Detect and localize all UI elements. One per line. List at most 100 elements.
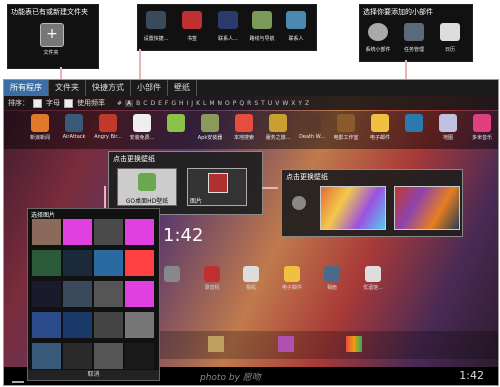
media-icon[interactable]	[218, 11, 238, 29]
picker-thumbnail[interactable]	[32, 250, 61, 276]
home-icon[interactable]	[243, 266, 259, 282]
bookmark-icon[interactable]	[182, 11, 202, 29]
app-item[interactable]: 安装免费...	[128, 114, 156, 141]
tab-shortcuts[interactable]: 快捷方式	[86, 80, 131, 96]
picker-thumbnail[interactable]	[94, 219, 123, 245]
settings-shortcut-icon[interactable]	[146, 11, 166, 29]
app-item[interactable]: 新浪新闻	[26, 114, 54, 141]
home-icon[interactable]	[365, 266, 381, 282]
letter-4[interactable]: D	[150, 100, 155, 107]
letter-15[interactable]: O	[225, 100, 230, 107]
sort-frequency-checkbox[interactable]	[64, 98, 73, 108]
app-item[interactable]: Death W...	[298, 114, 326, 140]
picker-thumbnail[interactable]	[63, 219, 92, 245]
app-item[interactable]: Apk安装器	[196, 114, 224, 141]
picker-thumbnail[interactable]	[125, 343, 154, 369]
folder-icon[interactable]: +	[40, 23, 64, 47]
picker-cancel-button[interactable]: 取消	[28, 370, 159, 380]
letter-9[interactable]: I	[187, 100, 189, 107]
letter-24[interactable]: X	[291, 100, 295, 107]
task-manager-icon[interactable]	[404, 23, 424, 41]
go-wallpaper-option[interactable]: GO桌面HD壁纸	[117, 168, 177, 206]
picker-thumbnail[interactable]	[63, 281, 92, 307]
letter-5[interactable]: E	[158, 100, 162, 107]
picker-thumbnail[interactable]	[63, 343, 92, 369]
letter-0[interactable]: #	[117, 100, 122, 107]
dock-icon-3[interactable]	[346, 336, 362, 352]
tab-widgets[interactable]: 小部件	[131, 80, 168, 96]
picker-thumbnail[interactable]	[32, 343, 61, 369]
tab-wallpaper[interactable]: 壁纸	[168, 80, 197, 96]
letter-6[interactable]: F	[165, 100, 168, 107]
contacts-icon[interactable]	[286, 11, 306, 29]
app-item[interactable]: AirAttack	[60, 114, 88, 140]
picker-thumbnail[interactable]	[94, 281, 123, 307]
picker-thumbnail[interactable]	[94, 312, 123, 338]
picker-thumbnail[interactable]	[94, 343, 123, 369]
app-item[interactable]: Angry Bir...	[94, 114, 122, 140]
dock-icon-1[interactable]	[208, 336, 224, 352]
map-navigation-icon[interactable]	[252, 11, 272, 29]
letter-25[interactable]: Y	[298, 100, 302, 107]
picker-thumbnail[interactable]	[32, 281, 61, 307]
app-label: 安装免费...	[129, 135, 155, 141]
letter-1[interactable]: A	[125, 99, 134, 107]
app-item[interactable]	[162, 114, 190, 134]
gear-icon[interactable]	[368, 23, 388, 41]
app-item[interactable]: 电子邮件	[366, 114, 394, 141]
letter-8[interactable]: H	[179, 100, 184, 107]
tab-folders[interactable]: 文件夹	[49, 80, 86, 96]
app-item[interactable]: 电影工作室	[332, 114, 360, 141]
letter-18[interactable]: R	[247, 100, 251, 107]
app-item[interactable]: 多米音乐	[468, 114, 496, 141]
letter-20[interactable]: T	[261, 100, 265, 107]
picker-thumbnail[interactable]	[32, 312, 61, 338]
home-icon[interactable]	[204, 266, 220, 282]
letter-3[interactable]: C	[143, 100, 147, 107]
letter-14[interactable]: N	[218, 100, 223, 107]
home-icon[interactable]	[164, 266, 180, 282]
home-icon[interactable]	[284, 266, 300, 282]
widget-label-2: 任务管理	[403, 47, 424, 53]
app-item[interactable]	[400, 114, 428, 134]
app-item[interactable]: 服务之旅...	[264, 114, 292, 141]
picker-thumbnail[interactable]	[94, 250, 123, 276]
picker-thumbnail[interactable]	[125, 312, 154, 338]
letter-17[interactable]: Q	[239, 100, 244, 107]
letter-13[interactable]: M	[209, 100, 214, 107]
wallpaper-thumb-1[interactable]	[320, 186, 386, 230]
dock-icon-2[interactable]	[278, 336, 294, 352]
wallpaper-thumb-2[interactable]	[394, 186, 460, 230]
nav-back-icon[interactable]	[12, 371, 24, 383]
letter-26[interactable]: Z	[305, 100, 309, 107]
watermark: photo by 愿吻	[200, 373, 261, 383]
tab-all-apps[interactable]: 所有程序	[4, 80, 49, 96]
picker-title: 选择图片	[31, 212, 56, 219]
home-label: 优酒馆...	[363, 285, 383, 291]
letter-2[interactable]: B	[136, 100, 140, 107]
letter-10[interactable]: J	[191, 100, 193, 107]
letter-16[interactable]: P	[233, 100, 237, 107]
picker-thumbnail[interactable]	[125, 281, 154, 307]
letter-23[interactable]: W	[282, 100, 288, 107]
app-item[interactable]: 地图	[434, 114, 462, 141]
letter-22[interactable]: V	[275, 100, 279, 107]
back-arrow-icon[interactable]	[292, 196, 306, 210]
picker-thumbnail[interactable]	[32, 219, 61, 245]
wallpaper-preview-title: 点击更换壁纸	[286, 173, 328, 181]
letter-12[interactable]: L	[203, 100, 206, 107]
calendar-icon[interactable]	[440, 23, 460, 41]
letter-7[interactable]: G	[171, 100, 176, 107]
gallery-option[interactable]: 图片	[187, 168, 247, 206]
sort-alpha-checkbox[interactable]	[33, 98, 42, 108]
letter-11[interactable]: K	[196, 100, 200, 107]
home-icon[interactable]	[324, 266, 340, 282]
app-item[interactable]: 本地搜索	[230, 114, 258, 141]
picker-thumbnail[interactable]	[63, 250, 92, 276]
letter-21[interactable]: U	[268, 100, 272, 107]
picker-thumbnail[interactable]	[63, 312, 92, 338]
letter-19[interactable]: S	[254, 100, 258, 107]
shortcut-label-5: 联系人	[288, 36, 304, 42]
picker-thumbnail[interactable]	[125, 219, 154, 245]
picker-thumbnail[interactable]	[125, 250, 154, 276]
